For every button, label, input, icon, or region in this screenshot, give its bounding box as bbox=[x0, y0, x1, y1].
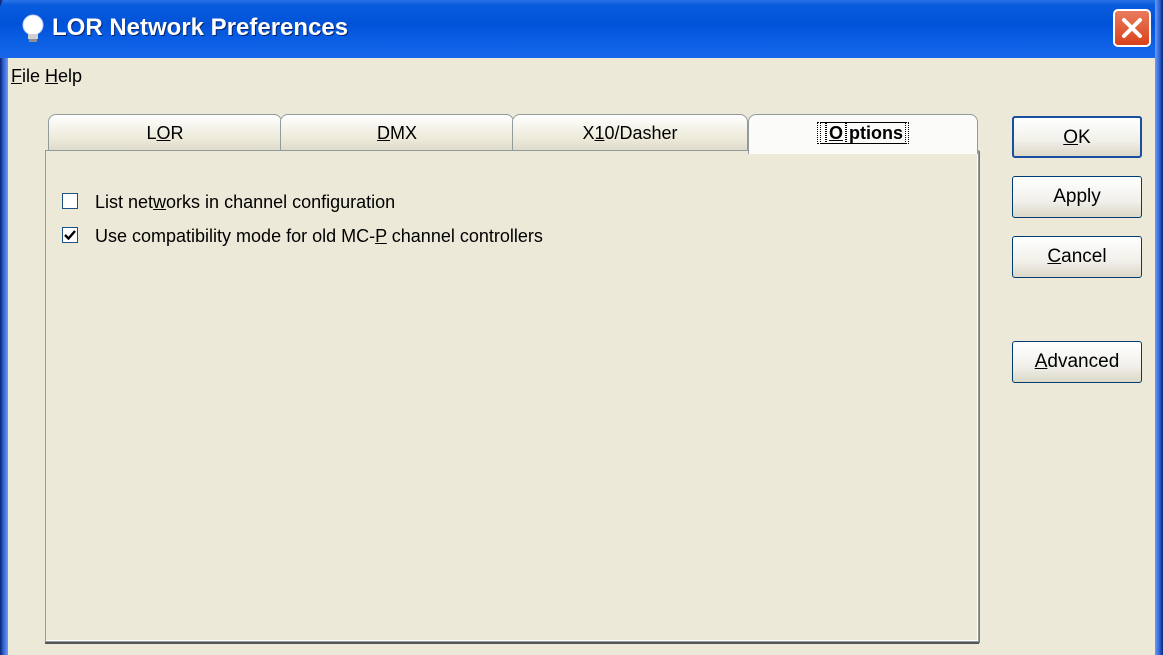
list-networks-option[interactable]: List networks in channel configuration bbox=[62, 192, 562, 216]
cancel-button[interactable]: Cancel bbox=[1012, 236, 1142, 278]
tab-x10-dasher[interactable]: X10/Dasher bbox=[512, 114, 748, 150]
list-networks-checkbox[interactable] bbox=[62, 193, 78, 209]
compat-mode-option[interactable]: Use compatibility mode for old MC-P chan… bbox=[62, 226, 662, 250]
compat-mode-label[interactable]: Use compatibility mode for old MC-P chan… bbox=[95, 226, 543, 247]
tab-lor[interactable]: LOR bbox=[48, 114, 282, 150]
tab-dmx[interactable]: DMX bbox=[280, 114, 514, 150]
ok-button[interactable]: OK bbox=[1012, 116, 1142, 158]
compat-mode-checkbox[interactable] bbox=[62, 227, 78, 243]
menu-help[interactable]: Help bbox=[45, 66, 82, 87]
dialog-window: LOR Network Preferences File Help LOR DM… bbox=[0, 0, 1163, 655]
title-bar[interactable]: LOR Network Preferences bbox=[0, 0, 1163, 58]
window-title: LOR Network Preferences bbox=[52, 14, 349, 41]
tab-options[interactable]: Options bbox=[748, 114, 978, 154]
close-button[interactable] bbox=[1113, 9, 1151, 47]
menu-file[interactable]: File bbox=[11, 66, 40, 87]
lightbulb-icon bbox=[22, 14, 44, 42]
apply-button[interactable]: Apply bbox=[1012, 176, 1142, 218]
tab-options-label: Options bbox=[816, 122, 909, 144]
advanced-button[interactable]: Advanced bbox=[1012, 341, 1142, 383]
checkmark-icon bbox=[64, 230, 76, 241]
menu-bar: File Help bbox=[8, 58, 1155, 92]
close-icon bbox=[1122, 18, 1142, 38]
list-networks-label[interactable]: List networks in channel configuration bbox=[95, 192, 395, 213]
options-tab-panel bbox=[45, 150, 979, 644]
